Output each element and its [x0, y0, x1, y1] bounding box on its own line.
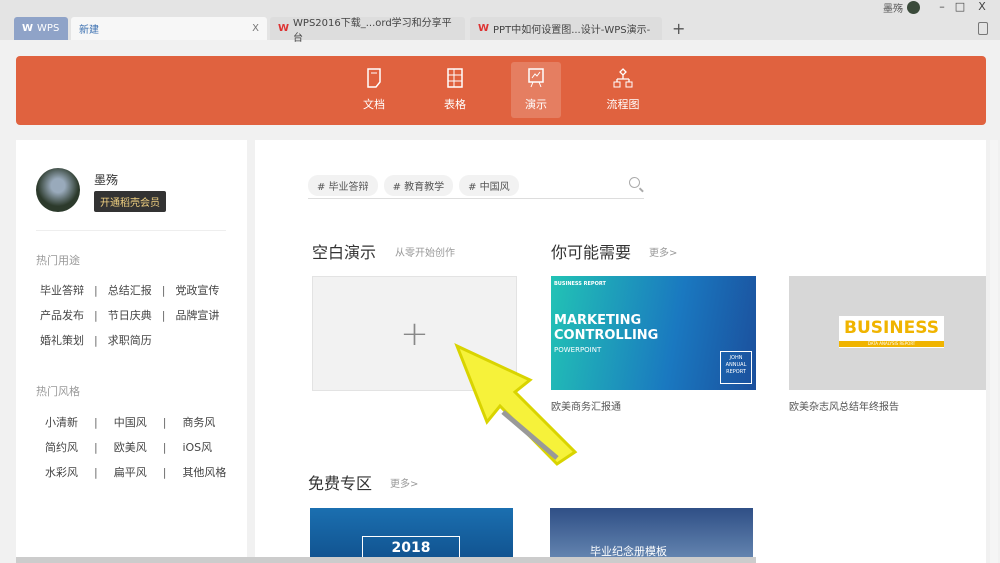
usage-link[interactable]: 总结汇报: [108, 282, 152, 298]
nav-label: 表格: [444, 98, 466, 111]
style-link[interactable]: 小清新: [45, 414, 78, 430]
left-panel: 墨殇 开通稻壳会员 热门用途 毕业答辩 | 总结汇报 | 党政宣传 产品发布 | 节日庆典 |…: [16, 140, 247, 563]
horizontal-scrollbar[interactable]: [16, 557, 756, 563]
divider: [36, 230, 226, 231]
usage-link[interactable]: 党政宣传: [175, 282, 219, 298]
usage-link[interactable]: 产品发布: [40, 307, 84, 323]
tab-wps-download[interactable]: W WPS2016下载_...ord学习和分享平台: [270, 17, 465, 44]
tag-chip[interactable]: # 毕业答辩: [308, 174, 378, 196]
document-icon: [367, 68, 381, 88]
style-link[interactable]: 商务风: [182, 414, 226, 430]
nav-document[interactable]: 文档: [349, 62, 399, 118]
style-link[interactable]: 欧美风: [114, 439, 147, 455]
usage-heading: 热门用途: [36, 254, 80, 267]
free-heading: 免费专区: [308, 474, 373, 493]
wps-logo-icon: W: [478, 23, 490, 34]
blank-heading: 空白演示: [312, 243, 377, 262]
avatar: [907, 0, 920, 14]
tab-label: WPS2016下载_...ord学习和分享平台: [293, 17, 452, 44]
user-avatar[interactable]: [36, 168, 80, 212]
search-bar[interactable]: # 毕业答辩 # 教育教学 # 中国风: [308, 172, 644, 199]
close-tab-icon[interactable]: X: [252, 23, 259, 34]
wps-logo-icon: W: [22, 23, 34, 34]
style-links: 小清新 | 中国风 | 商务风 简约风 | 欧美风 | iOS风 水彩风 | 扁平风 | 其他风格: [45, 414, 227, 480]
styles-heading: 热门风格: [36, 385, 80, 398]
user-menu[interactable]: 墨殇: [883, 0, 920, 15]
nav-spreadsheet[interactable]: 表格: [430, 62, 480, 118]
flowchart-icon: [613, 68, 633, 88]
card-subtitle: DATA ANALYSIS REPORT: [839, 341, 944, 347]
tag-chip[interactable]: # 教育教学: [383, 174, 454, 196]
recommend-heading: 你可能需要: [551, 243, 632, 262]
style-link[interactable]: iOS风: [182, 439, 226, 455]
free-more-link[interactable]: 更多>: [390, 475, 418, 490]
minimize-button[interactable]: –: [932, 0, 952, 13]
style-link[interactable]: 简约风: [45, 439, 78, 455]
usage-link[interactable]: 品牌宣讲: [175, 307, 219, 323]
nav-flowchart[interactable]: 流程图: [598, 62, 648, 118]
pointer-arrow-icon: [454, 343, 578, 466]
template-card[interactable]: BUSINESS DATA ANALYSIS REPORT: [789, 276, 986, 390]
close-button[interactable]: X: [972, 0, 992, 13]
tab-label: PPT中如何设置图...设计-WPS演示-: [493, 25, 651, 36]
sidebar-toggle-icon[interactable]: [978, 22, 988, 35]
card-tag: BUSINESS REPORT: [554, 281, 606, 287]
title-bar: 墨殇 – □ X W WPS 新建 X W WPS2016下载_...ord学习和分享…: [0, 0, 1000, 44]
blank-subtitle: 从零开始创作: [395, 248, 455, 259]
tab-new[interactable]: 新建 X: [71, 17, 267, 40]
nav-label: 文档: [363, 98, 385, 111]
usage-link[interactable]: 婚礼策划: [40, 332, 84, 348]
style-link[interactable]: 中国风: [114, 414, 147, 430]
wps-logo-icon: W: [278, 23, 290, 34]
nav-label: 演示: [525, 98, 547, 111]
free-template-card[interactable]: 2018: [310, 508, 513, 563]
style-link[interactable]: 扁平风: [114, 464, 147, 480]
usage-link[interactable]: 毕业答辩: [40, 282, 84, 298]
new-tab-button[interactable]: +: [672, 19, 685, 38]
main-panel: # 毕业答辩 # 教育教学 # 中国风 空白演示 从零开始创作 + 你可能需要 …: [255, 140, 986, 563]
style-link[interactable]: 水彩风: [45, 464, 78, 480]
vip-button[interactable]: 开通稻壳会员: [94, 191, 166, 212]
style-link[interactable]: 其他风格: [182, 464, 226, 480]
nav-presentation[interactable]: 演示: [511, 62, 561, 118]
tag-chip[interactable]: # 中国风: [459, 174, 519, 196]
vertical-scrollbar[interactable]: [990, 140, 998, 563]
usage-links: 毕业答辩 | 总结汇报 | 党政宣传 产品发布 | 节日庆典 | 品牌宣讲 婚礼策划 | 求职简历: [40, 282, 220, 348]
recommend-more-link[interactable]: 更多>: [649, 244, 677, 259]
template-caption[interactable]: 欧美杂志风总结年终报告: [789, 398, 899, 413]
usage-link[interactable]: 求职简历: [108, 332, 152, 348]
free-template-card[interactable]: 毕业纪念册模板: [550, 508, 753, 563]
table-icon: [447, 68, 463, 88]
nav-label: 流程图: [606, 98, 640, 111]
tab-label: 新建: [79, 25, 99, 36]
username: 墨殇: [883, 3, 903, 15]
category-banner: 文档 表格 演示 流程图: [16, 56, 986, 125]
card-title: MARKETING CONTROLLING: [554, 313, 659, 343]
maximize-button[interactable]: □: [950, 0, 970, 13]
card-title: BUSINESS: [844, 318, 939, 338]
presentation-icon: [528, 68, 544, 88]
usage-link[interactable]: 节日庆典: [108, 307, 152, 323]
search-icon[interactable]: [629, 177, 640, 188]
tab-wps[interactable]: W WPS: [14, 17, 68, 40]
tab-label: WPS: [37, 23, 60, 34]
plus-icon: +: [400, 313, 429, 354]
card-box: JOHN ANNUAL REPORT: [720, 351, 752, 384]
profile-name: 墨殇: [94, 173, 119, 187]
tab-ppt[interactable]: W PPT中如何设置图...设计-WPS演示-: [470, 17, 662, 40]
